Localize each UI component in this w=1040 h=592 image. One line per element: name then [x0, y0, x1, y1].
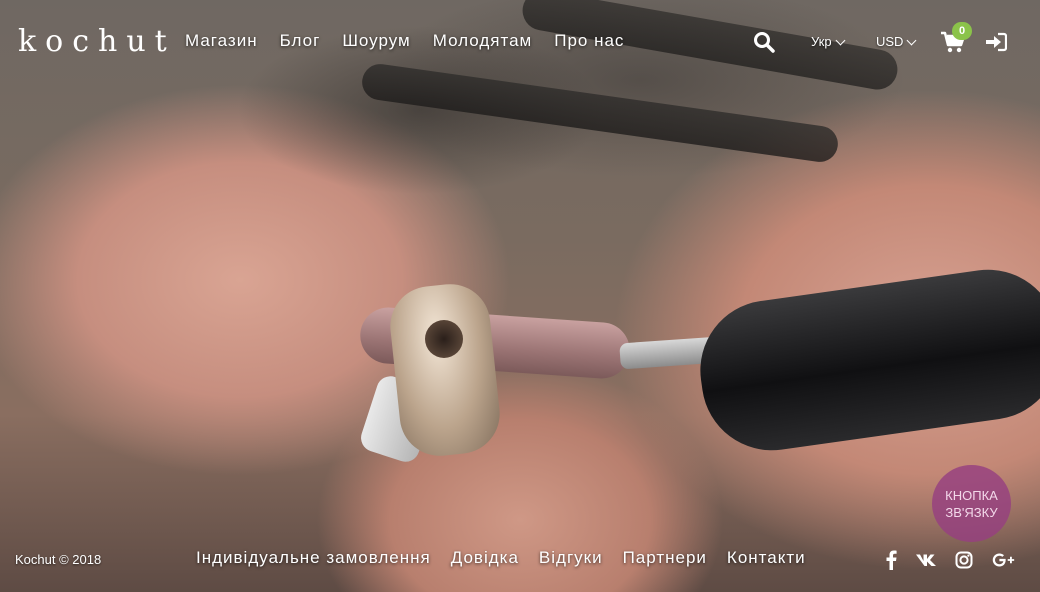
site-footer: Kochut © 2018 Індивідуальне замовлення Д…: [0, 536, 1040, 592]
copyright: Kochut © 2018: [15, 552, 102, 567]
footer-link-custom-order[interactable]: Індивідуальне замовлення: [196, 548, 431, 568]
vk-icon[interactable]: [914, 548, 938, 572]
google-plus-icon[interactable]: [992, 548, 1016, 572]
language-select[interactable]: Укр: [811, 34, 846, 49]
nav-item-showroom[interactable]: Шоурум: [342, 31, 410, 51]
instagram-icon[interactable]: [952, 548, 976, 572]
logo-text: kochut: [18, 24, 176, 59]
language-value: Укр: [811, 34, 832, 49]
nav-item-shop[interactable]: Магазин: [185, 31, 258, 51]
facebook-icon[interactable]: [879, 548, 903, 572]
chevron-down-icon: [835, 35, 846, 45]
login-icon[interactable]: [985, 32, 1008, 52]
nav-item-newlyweds[interactable]: Молодятам: [433, 31, 533, 51]
contact-button-line1: КНОПКА: [945, 487, 998, 503]
main-nav: Магазин Блог Шоурум Молодятам Про нас: [185, 31, 624, 51]
hero-background: kochut Магазин Блог Шоурум Молодятам Про…: [0, 0, 1040, 592]
footer-link-help[interactable]: Довідка: [451, 548, 519, 568]
footer-link-partners[interactable]: Партнери: [623, 548, 707, 568]
nav-item-about[interactable]: Про нас: [554, 31, 624, 51]
polishing-tool-handle: [691, 260, 1040, 460]
contact-button[interactable]: КНОПКА ЗВ'ЯЗКУ: [932, 465, 1011, 542]
search-icon[interactable]: [753, 31, 775, 53]
nav-item-blog[interactable]: Блог: [280, 31, 321, 51]
currency-value: USD: [876, 34, 904, 49]
footer-link-contacts[interactable]: Контакти: [727, 548, 806, 568]
cart-count-badge: 0: [952, 22, 972, 40]
site-header: kochut Магазин Блог Шоурум Молодятам Про…: [0, 0, 1040, 84]
ring-hole: [425, 320, 463, 358]
logo[interactable]: kochut: [18, 22, 167, 62]
footer-nav: Індивідуальне замовлення Довідка Відгуки…: [196, 548, 806, 568]
contact-button-line2: ЗВ'ЯЗКУ: [945, 504, 998, 520]
footer-link-reviews[interactable]: Відгуки: [539, 548, 603, 568]
chevron-down-icon: [907, 35, 917, 45]
ring: [386, 280, 504, 460]
currency-select[interactable]: USD: [876, 34, 917, 49]
